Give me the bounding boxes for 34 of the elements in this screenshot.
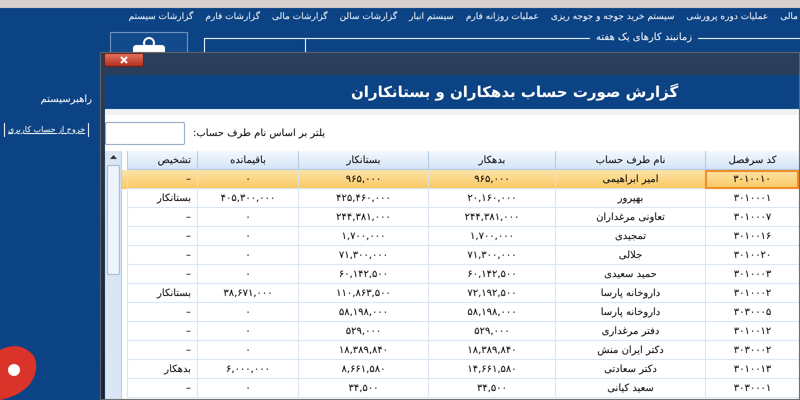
menu-item[interactable]: عملیات دوره پرورشی (686, 11, 768, 25)
menu-item[interactable]: عملیات روزانه فارم (466, 11, 539, 25)
menu-item[interactable]: گزارشات مالی (272, 11, 328, 25)
filter-label: یلتر بر اساس نام طرف حساب: (193, 126, 326, 140)
column-header[interactable]: باقیمانده (197, 151, 298, 170)
column-header[interactable]: بدهکار (428, 151, 555, 170)
scrollbar-thumb[interactable] (106, 165, 120, 275)
table-cell: سعید کیانی (555, 379, 705, 398)
table-cell: ۰ (197, 379, 298, 398)
column-header[interactable]: تشخیص (127, 151, 197, 170)
column-header[interactable]: کد سرفصل (705, 151, 799, 170)
menu-item[interactable]: سیستم خرید جوجه و جوجه ریزی (550, 11, 674, 25)
menu-item[interactable]: سیستم انبار (409, 11, 454, 25)
menu-item[interactable]: گزارشات فارم (205, 11, 260, 25)
column-header[interactable]: بستانکار (298, 151, 428, 170)
table-cell: ۳۰۱۰۰۱۰ (705, 170, 799, 189)
up-arrow-icon (110, 155, 116, 159)
group-box-title: زمانبند کارهای یک هفته (590, 30, 698, 45)
close-icon (120, 56, 128, 64)
column-header[interactable]: نام طرف حساب (555, 151, 705, 170)
table-row[interactable]: ۳۰۱۰۰۱۰ امیر ابراهیمی ۹۶۵,۰۰۰ ۹۶۵,۰۰۰ ۰ – (122, 170, 799, 189)
scrollbar[interactable] (105, 151, 122, 399)
table-cell: – (127, 379, 197, 398)
table-cell: ۳۴,۵۰۰ (428, 379, 555, 398)
menu-item[interactable]: مالی (780, 11, 798, 25)
close-button[interactable] (104, 53, 144, 67)
menu-item[interactable]: گزارشات سیستم (128, 11, 194, 25)
dialog-title: گزارش صورت حساب بدهکاران و بستانکاران (351, 82, 678, 103)
table-cell: ۳۰۳۰۰۰۱ (705, 379, 799, 398)
menu-item[interactable]: گزارشات سالن (340, 11, 398, 25)
logout-link[interactable]: خروج از حساب کاربری (4, 123, 90, 137)
table-cell: ۳۴,۵۰۰ (298, 379, 428, 398)
user-name: راهبرسیستم (40, 93, 92, 107)
filter-input[interactable] (105, 122, 185, 144)
